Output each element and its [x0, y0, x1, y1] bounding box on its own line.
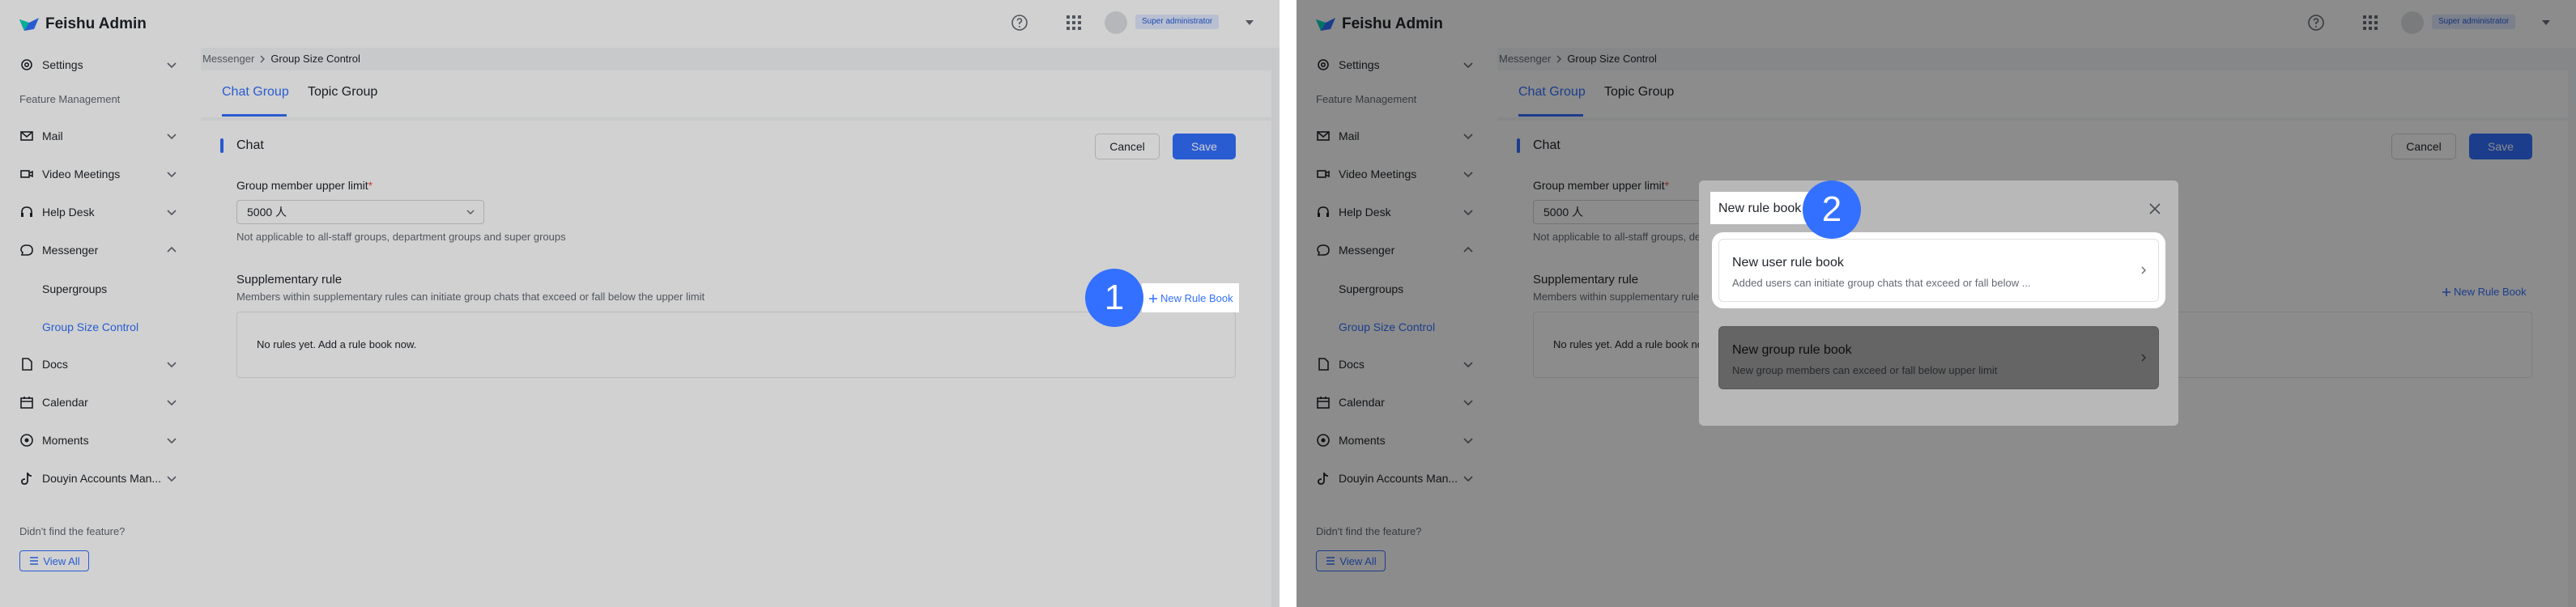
new-rule-book-dialog: New rule book New group rule book New gr…	[1699, 180, 2178, 426]
chevron-right-icon	[2141, 266, 2146, 274]
screenshot-step-1: Feishu Admin Super administrator Setting…	[0, 0, 1279, 607]
option-new-user-rule-book[interactable]: New user rule book Added users can initi…	[1718, 239, 2159, 302]
step-badge-2: 2	[1803, 180, 1861, 239]
plus-icon	[1149, 294, 1157, 303]
step-badge-1: 1	[1085, 269, 1143, 327]
dialog-title-highlighted: New rule book	[1718, 202, 1802, 215]
new-rule-book-button[interactable]: New Rule Book	[1148, 292, 1233, 304]
screenshot-step-2: Feishu Admin Super administrator Setting…	[1297, 0, 2576, 607]
highlight-new-rule-book: New Rule Book	[1142, 283, 1239, 312]
option-title: New user rule book	[1732, 256, 1844, 270]
option-desc: Added users can initiate group chats tha…	[1732, 277, 2031, 289]
new-rule-book-label: New Rule Book	[1160, 292, 1233, 304]
